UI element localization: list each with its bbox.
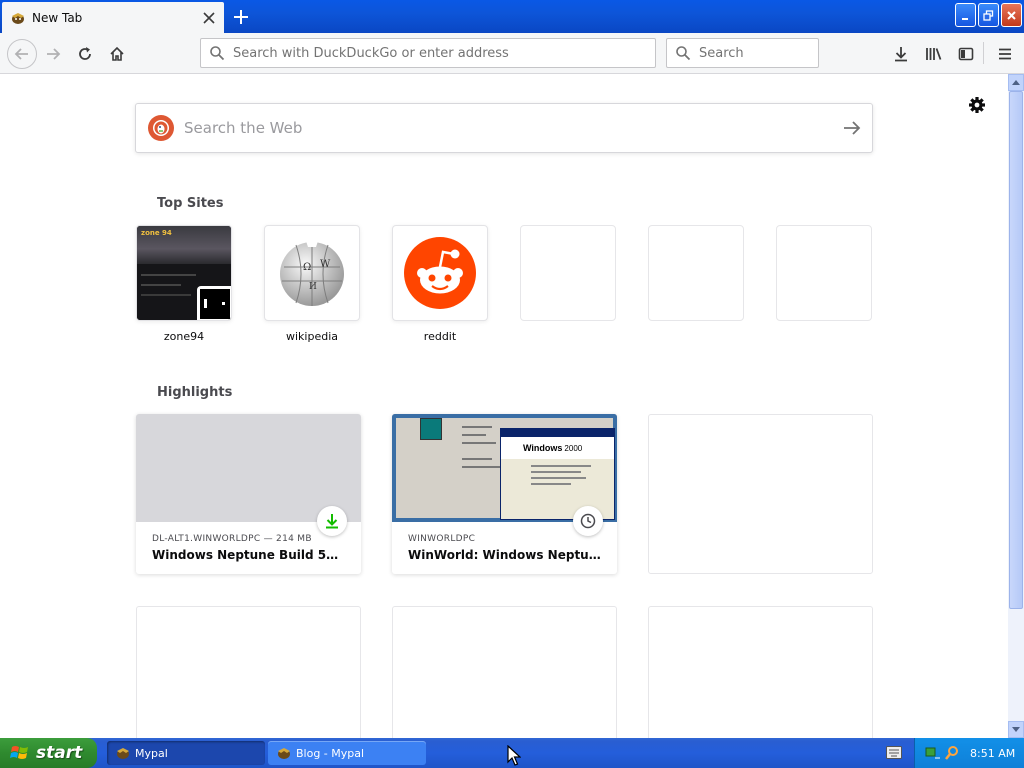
search-bar[interactable]: Search bbox=[666, 38, 819, 68]
back-button[interactable] bbox=[7, 39, 37, 69]
downloads-button[interactable] bbox=[888, 41, 914, 67]
clock-badge-icon bbox=[573, 506, 603, 536]
window-controls bbox=[955, 3, 1022, 27]
highlight-card-winworld[interactable]: Windows 2000 WINWORLDPC WinWorld: Windows… bbox=[392, 414, 617, 574]
highlights-heading: Highlights bbox=[157, 385, 233, 400]
system-tray: 8:51 AM bbox=[914, 738, 1024, 768]
highlight-card-download[interactable]: DL-ALT1.WINWORLDPC — 214 MB Windows Nept… bbox=[136, 414, 361, 574]
keyboard-icon[interactable] bbox=[886, 746, 902, 759]
windows-logo-text: Windows 2000 bbox=[501, 437, 614, 459]
highlight-title: Windows Neptune Build 5111.7z bbox=[152, 548, 345, 562]
reddit-tile bbox=[392, 225, 488, 321]
reddit-alien-icon bbox=[404, 237, 476, 309]
search-icon bbox=[210, 46, 225, 61]
empty-tile bbox=[648, 225, 744, 321]
svg-text:И: И bbox=[309, 282, 317, 292]
download-badge-icon bbox=[317, 506, 347, 536]
highlight-thumbnail bbox=[136, 414, 361, 536]
duckduckgo-logo-icon bbox=[148, 115, 174, 141]
highlight-card-empty bbox=[392, 606, 617, 738]
library-button[interactable] bbox=[921, 41, 947, 67]
start-label: start bbox=[36, 743, 83, 763]
network-icon[interactable] bbox=[925, 745, 941, 761]
taskbar-item-label: Blog - Mypal bbox=[296, 746, 365, 760]
menu-button[interactable] bbox=[992, 41, 1018, 67]
search-tray-icon[interactable] bbox=[944, 745, 960, 761]
mypal-favicon-icon bbox=[12, 12, 24, 24]
top-site-empty bbox=[776, 225, 872, 321]
top-site-label: wikipedia bbox=[285, 330, 338, 343]
tab-new-tab[interactable]: New Tab bbox=[2, 2, 224, 33]
search-go-arrow-icon[interactable] bbox=[832, 120, 872, 136]
winworld-screenshot-thumbnail: Windows 2000 bbox=[392, 414, 617, 536]
scroll-down-arrow-icon[interactable] bbox=[1008, 721, 1024, 738]
zone94-thumbnail: zone 94 bbox=[136, 225, 232, 321]
back-arrow-icon bbox=[14, 48, 28, 60]
highlight-card-empty bbox=[136, 606, 361, 738]
home-icon bbox=[110, 46, 124, 61]
mypal-app-icon bbox=[117, 748, 129, 759]
hamburger-menu-icon bbox=[999, 48, 1011, 60]
top-site-zone94[interactable]: zone 94 zone94 bbox=[136, 225, 232, 343]
wikipedia-tile: Ω W И bbox=[264, 225, 360, 321]
download-icon bbox=[895, 47, 907, 62]
search-bar-placeholder: Search bbox=[699, 45, 744, 61]
top-site-empty bbox=[520, 225, 616, 321]
reload-button[interactable] bbox=[72, 41, 98, 67]
sidebar-icon bbox=[958, 47, 974, 61]
highlight-card-empty bbox=[648, 606, 873, 738]
tab-title: New Tab bbox=[32, 10, 83, 25]
minimize-button[interactable] bbox=[955, 3, 976, 27]
windows-flag-icon bbox=[10, 746, 28, 759]
new-tab-page: Search the Web Top Sites zone 94 zone94 bbox=[0, 74, 1008, 738]
highlight-host: WINWORLDPC bbox=[408, 534, 476, 544]
top-site-empty bbox=[648, 225, 744, 321]
settings-gear-icon[interactable] bbox=[966, 94, 988, 116]
forward-arrow-icon bbox=[47, 48, 61, 60]
new-tab-plus-icon[interactable] bbox=[228, 4, 254, 30]
mouse-cursor-icon bbox=[507, 745, 521, 766]
top-site-label: zone94 bbox=[163, 330, 205, 343]
home-button[interactable] bbox=[104, 41, 130, 67]
taskbar-item-mypal[interactable]: Mypal bbox=[107, 741, 265, 765]
highlight-card-empty bbox=[648, 414, 873, 574]
search-icon bbox=[676, 46, 691, 61]
svg-text:Ω: Ω bbox=[303, 262, 311, 273]
navigation-toolbar: Search with DuckDuckGo or enter address … bbox=[0, 33, 1024, 74]
reload-icon bbox=[79, 47, 91, 60]
scroll-up-arrow-icon[interactable] bbox=[1008, 74, 1024, 91]
taskbar-item-label: Mypal bbox=[135, 746, 168, 760]
sidebar-button[interactable] bbox=[953, 41, 979, 67]
start-button[interactable]: start bbox=[0, 738, 97, 768]
web-search-placeholder: Search the Web bbox=[184, 119, 303, 137]
restore-button[interactable] bbox=[978, 3, 999, 27]
wikipedia-globe-icon: Ω W И bbox=[280, 241, 344, 306]
address-bar[interactable]: Search with DuckDuckGo or enter address bbox=[200, 38, 656, 68]
address-bar-placeholder: Search with DuckDuckGo or enter address bbox=[233, 45, 509, 61]
empty-tile bbox=[776, 225, 872, 321]
highlight-host: DL-ALT1.WINWORLDPC — 214 MB bbox=[152, 534, 312, 544]
library-icon bbox=[926, 48, 942, 60]
top-site-reddit[interactable]: reddit bbox=[392, 225, 488, 343]
top-site-label: reddit bbox=[423, 330, 457, 343]
clock: 8:51 AM bbox=[970, 746, 1016, 760]
highlight-title: WinWorld: Windows Neptune B… bbox=[408, 548, 601, 562]
empty-tile bbox=[520, 225, 616, 321]
title-bar: New Tab bbox=[0, 0, 1024, 33]
top-site-wikipedia[interactable]: Ω W И wikipedia bbox=[264, 225, 360, 343]
web-search-box[interactable]: Search the Web bbox=[135, 103, 873, 153]
vertical-scrollbar[interactable] bbox=[1008, 74, 1024, 738]
zone94-favicon-icon bbox=[197, 286, 231, 320]
toolbar-separator bbox=[983, 42, 984, 64]
mypal-app-icon bbox=[278, 748, 290, 759]
close-tab-icon[interactable] bbox=[198, 7, 220, 29]
top-sites-heading: Top Sites bbox=[157, 196, 224, 211]
taskbar-item-blog-mypal[interactable]: Blog - Mypal bbox=[268, 741, 426, 765]
scrollbar-thumb[interactable] bbox=[1009, 91, 1023, 609]
close-window-button[interactable] bbox=[1001, 3, 1022, 27]
forward-button[interactable] bbox=[40, 41, 66, 67]
svg-text:W: W bbox=[320, 259, 331, 270]
